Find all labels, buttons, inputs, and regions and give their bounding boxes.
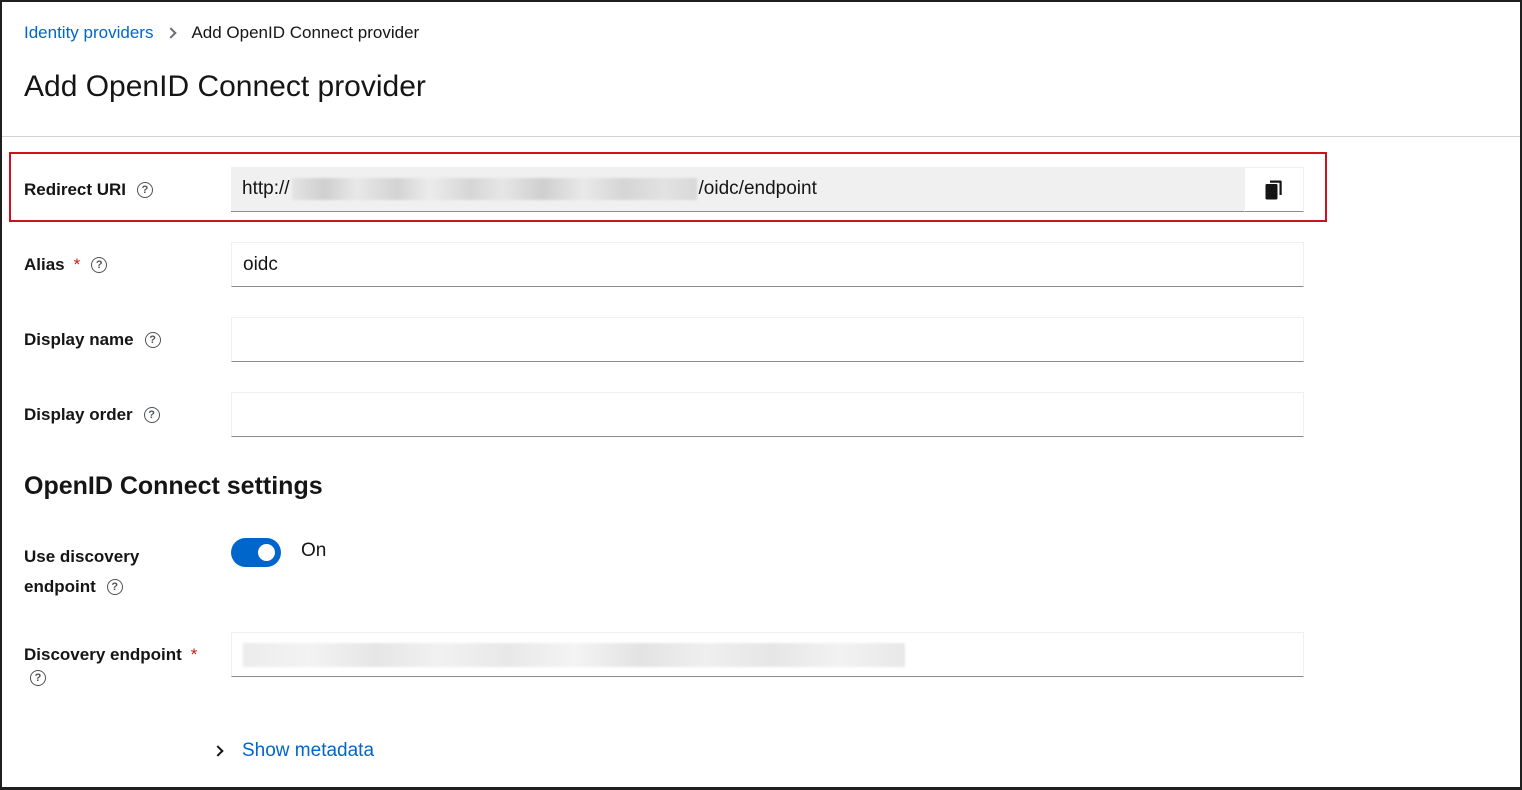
redacted-discovery-url xyxy=(243,642,905,667)
show-metadata-toggle[interactable]: Show metadata xyxy=(212,740,375,762)
alias-label-text: Alias xyxy=(24,255,65,274)
discovery-endpoint-label: Discovery endpoint * xyxy=(24,640,197,670)
help-icon[interactable]: ? xyxy=(143,407,160,423)
help-icon[interactable]: ? xyxy=(30,670,46,686)
section-title: OpenID Connect settings xyxy=(24,472,323,500)
alias-input[interactable]: oidc xyxy=(231,242,1304,287)
page-title: Add OpenID Connect provider xyxy=(24,70,426,103)
breadcrumb-current: Add OpenID Connect provider xyxy=(191,23,420,42)
redirect-uri-group: http:// /oidc/endpoint xyxy=(231,167,1304,212)
chevron-right-icon xyxy=(165,27,178,39)
redirect-uri-label-text: Redirect URI xyxy=(24,180,127,199)
help-icon[interactable]: ? xyxy=(106,579,123,595)
chevron-right-icon xyxy=(212,745,224,757)
redirect-uri-suffix: /oidc/endpoint xyxy=(698,178,817,199)
help-icon[interactable]: ? xyxy=(144,332,161,348)
redirect-uri-prefix: http:// xyxy=(242,178,290,199)
display-order-label-text: Display order xyxy=(24,405,133,424)
redacted-host xyxy=(291,178,697,200)
discovery-endpoint-input[interactable] xyxy=(231,632,1304,677)
display-order-input[interactable] xyxy=(231,392,1304,437)
display-name-input[interactable] xyxy=(231,317,1304,362)
help-icon[interactable]: ? xyxy=(137,182,154,198)
show-metadata-label: Show metadata xyxy=(242,740,375,761)
copy-icon xyxy=(1265,180,1282,199)
breadcrumb: Identity providers Add OpenID Connect pr… xyxy=(24,22,419,44)
use-discovery-label-text-1: Use discovery xyxy=(24,547,140,566)
use-discovery-label-line2: endpoint ? xyxy=(24,572,123,602)
toggle-knob xyxy=(258,544,275,561)
alias-label: Alias * ? xyxy=(24,250,108,280)
use-discovery-label-text-2: endpoint xyxy=(24,577,96,596)
required-asterisk: * xyxy=(73,255,81,274)
required-asterisk: * xyxy=(190,645,198,664)
redirect-uri-label: Redirect URI ? xyxy=(24,175,154,205)
header-divider xyxy=(2,136,1520,137)
display-name-label-text: Display name xyxy=(24,330,134,349)
display-name-label: Display name ? xyxy=(24,325,161,355)
help-icon[interactable]: ? xyxy=(91,257,108,273)
use-discovery-label-line1: Use discovery xyxy=(24,542,139,572)
discovery-endpoint-label-text: Discovery endpoint xyxy=(24,645,182,664)
breadcrumb-identity-providers-link[interactable]: Identity providers xyxy=(24,23,153,43)
discovery-endpoint-help-row: ? xyxy=(24,670,46,686)
toggle-state-label: On xyxy=(301,540,327,561)
copy-button[interactable] xyxy=(1244,167,1304,212)
use-discovery-toggle[interactable] xyxy=(231,538,281,567)
display-order-label: Display order ? xyxy=(24,400,160,430)
redirect-uri-field[interactable]: http:// /oidc/endpoint xyxy=(231,167,1244,212)
